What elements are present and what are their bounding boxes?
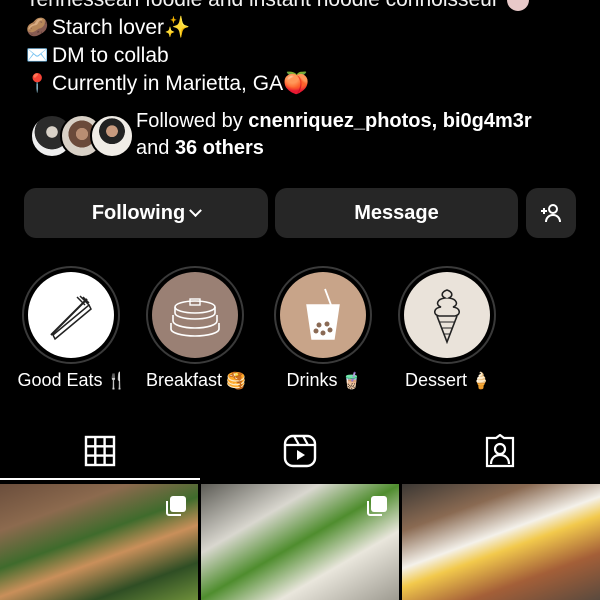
tagged-icon: [485, 434, 515, 468]
bio-text: Currently in Marietta, GA🍑: [52, 72, 310, 95]
bubble-tea-icon: [306, 288, 340, 340]
highlight-ring[interactable]: [398, 266, 496, 364]
highlight-good-eats[interactable]: Good Eats 🍴: [18, 266, 126, 390]
fork-knife-icon: [50, 295, 92, 341]
highlight-label: Dessert 🍦: [358, 370, 538, 391]
highlight-cover[interactable]: [280, 272, 366, 358]
highlight-drinks[interactable]: Drinks 🧋: [274, 266, 374, 390]
follower-avatars[interactable]: [26, 114, 134, 160]
location-pin-icon: 📍: [26, 73, 49, 94]
bio-line-cut: Tennessean foodie and instant noodle con…: [26, 0, 586, 14]
noodle-bowl-icon: [506, 0, 529, 11]
followed-by[interactable]: Followed by cnenriquez_photos, bi0g4m3r …: [26, 108, 586, 164]
highlight-cover[interactable]: [152, 272, 238, 358]
highlight-ring[interactable]: [22, 266, 120, 364]
followed-prefix: Followed by: [136, 110, 249, 132]
highlight-cover[interactable]: [404, 272, 490, 358]
bio-line-starch: 🥔 Starch lover✨: [26, 14, 586, 42]
potato-icon: 🥔: [26, 17, 49, 38]
highlight-label-text: Breakfast: [146, 370, 223, 390]
profile-bio: Tennessean foodie and instant noodle con…: [26, 0, 586, 98]
highlight-label-text: Dessert: [405, 370, 468, 390]
pancakes-icon: [170, 298, 220, 337]
highlight-label-text: Good Eats: [17, 370, 103, 390]
profile-actions: Following Message: [24, 188, 576, 238]
tab-reels[interactable]: [200, 426, 400, 476]
tab-grid[interactable]: [0, 426, 200, 480]
profile-tabs: [0, 426, 600, 480]
post-grid: [0, 484, 600, 600]
post-thumbnail[interactable]: [201, 484, 399, 600]
highlight-dessert[interactable]: Dessert 🍦: [398, 266, 498, 390]
following-label: Following: [91, 201, 186, 224]
bio-line-collab: ✉️ DM to collab: [26, 42, 586, 70]
chevron-down-icon: [189, 203, 203, 217]
message-button[interactable]: Message: [275, 188, 518, 238]
message-label: Message: [354, 201, 439, 224]
followed-and: and: [136, 137, 175, 159]
highlight-ring[interactable]: [146, 266, 244, 364]
add-person-icon: [541, 204, 561, 223]
multiple-photos-icon: [367, 496, 387, 516]
ice-cream-emoji-icon: 🍦: [471, 371, 491, 390]
post-thumbnail[interactable]: [0, 484, 198, 600]
multiple-photos-icon: [166, 496, 186, 516]
suggest-people-button[interactable]: [526, 188, 576, 238]
reels-icon: [283, 434, 317, 468]
post-thumbnail[interactable]: [402, 484, 600, 600]
highlight-label-text: Drinks: [286, 370, 338, 390]
followed-others[interactable]: 36 others: [175, 137, 264, 159]
bio-text: Tennessean foodie and instant noodle con…: [26, 0, 499, 14]
highlight-ring[interactable]: [274, 266, 372, 364]
highlight-cover[interactable]: [28, 272, 114, 358]
follower-names[interactable]: cnenriquez_photos, bi0g4m3r: [248, 110, 531, 132]
avatar[interactable]: [90, 114, 134, 158]
bio-text: DM to collab: [52, 44, 169, 67]
grid-icon: [84, 435, 116, 467]
following-button[interactable]: Following: [24, 188, 268, 238]
bio-text: Starch lover✨: [52, 16, 191, 39]
highlight-breakfast[interactable]: Breakfast 🥞: [146, 266, 246, 390]
ice-cream-icon: [433, 289, 461, 344]
tab-tagged[interactable]: [400, 426, 600, 476]
followed-by-text[interactable]: Followed by cnenriquez_photos, bi0g4m3r …: [136, 108, 532, 162]
story-highlights: Good Eats 🍴 Breakfast 🥞 Drinks 🧋 Dessert…: [0, 266, 600, 396]
bio-line-location: 📍 Currently in Marietta, GA🍑: [26, 70, 586, 98]
envelope-icon: ✉️: [26, 45, 49, 66]
